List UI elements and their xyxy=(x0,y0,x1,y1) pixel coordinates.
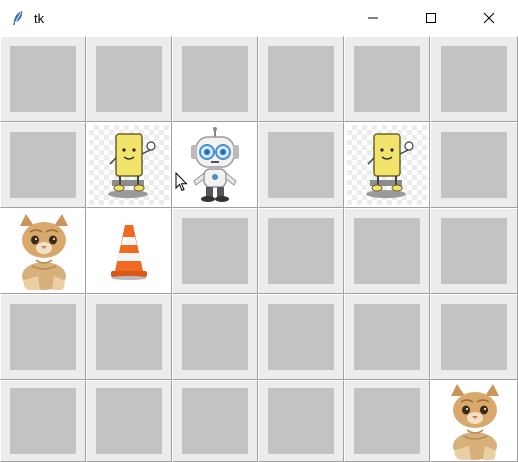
window-title: tk xyxy=(34,10,45,26)
board-cell[interactable] xyxy=(86,380,172,462)
board-cell[interactable] xyxy=(172,122,258,208)
empty-tile xyxy=(182,388,248,454)
board-cell[interactable] xyxy=(86,294,172,380)
board-cell[interactable] xyxy=(430,36,518,122)
empty-tile xyxy=(268,218,334,284)
feather-icon xyxy=(10,10,26,26)
board-cell[interactable] xyxy=(430,122,518,208)
empty-tile xyxy=(10,46,76,112)
empty-tile xyxy=(441,218,507,284)
white-robot-icon xyxy=(182,127,248,203)
empty-tile xyxy=(268,132,334,198)
kitten-icon xyxy=(433,381,515,461)
game-board xyxy=(0,36,518,462)
board-cell[interactable] xyxy=(172,294,258,380)
board-cell[interactable] xyxy=(258,208,344,294)
board-cell[interactable] xyxy=(430,208,518,294)
empty-tile xyxy=(182,218,248,284)
empty-tile xyxy=(96,388,162,454)
empty-tile xyxy=(268,304,334,370)
kitten-icon xyxy=(2,210,84,292)
empty-tile xyxy=(354,218,420,284)
board-cell[interactable] xyxy=(430,294,518,380)
empty-tile xyxy=(354,388,420,454)
board-cell[interactable] xyxy=(86,122,172,208)
empty-tile xyxy=(354,46,420,112)
board-cell[interactable] xyxy=(258,122,344,208)
title-bar[interactable]: tk xyxy=(0,0,518,36)
board-cell[interactable] xyxy=(344,208,430,294)
board-cell[interactable] xyxy=(0,208,86,294)
empty-tile xyxy=(268,46,334,112)
board-cell[interactable] xyxy=(430,380,518,462)
board-cell[interactable] xyxy=(344,294,430,380)
empty-tile xyxy=(10,132,76,198)
board-cell[interactable] xyxy=(0,122,86,208)
board-cell[interactable] xyxy=(0,294,86,380)
board-cell[interactable] xyxy=(172,36,258,122)
maximize-button[interactable] xyxy=(402,0,460,36)
empty-tile xyxy=(182,304,248,370)
board-cell[interactable] xyxy=(258,380,344,462)
empty-tile xyxy=(96,304,162,370)
board-cell[interactable] xyxy=(344,122,430,208)
board-cell[interactable] xyxy=(86,208,172,294)
maximize-icon xyxy=(426,13,436,23)
board-cell[interactable] xyxy=(344,380,430,462)
empty-tile xyxy=(441,46,507,112)
close-icon xyxy=(483,12,495,24)
empty-tile xyxy=(96,46,162,112)
board-cell[interactable] xyxy=(258,294,344,380)
empty-tile xyxy=(354,304,420,370)
board-cell[interactable] xyxy=(0,380,86,462)
minimize-button[interactable] xyxy=(344,0,402,36)
empty-tile xyxy=(182,46,248,112)
empty-tile xyxy=(10,388,76,454)
board-cell[interactable] xyxy=(86,36,172,122)
app-window: tk xyxy=(0,0,518,462)
empty-tile xyxy=(441,132,507,198)
empty-tile xyxy=(441,304,507,370)
minimize-icon xyxy=(368,17,378,19)
traffic-cone-icon xyxy=(109,221,149,281)
yellow-robot-icon xyxy=(356,128,418,202)
board-cell[interactable] xyxy=(172,208,258,294)
board-cell[interactable] xyxy=(0,36,86,122)
window-controls xyxy=(344,0,518,36)
board-cell[interactable] xyxy=(344,36,430,122)
empty-tile xyxy=(10,304,76,370)
yellow-robot-icon xyxy=(98,128,160,202)
board-cell[interactable] xyxy=(258,36,344,122)
board-cell[interactable] xyxy=(172,380,258,462)
close-button[interactable] xyxy=(460,0,518,36)
empty-tile xyxy=(268,388,334,454)
